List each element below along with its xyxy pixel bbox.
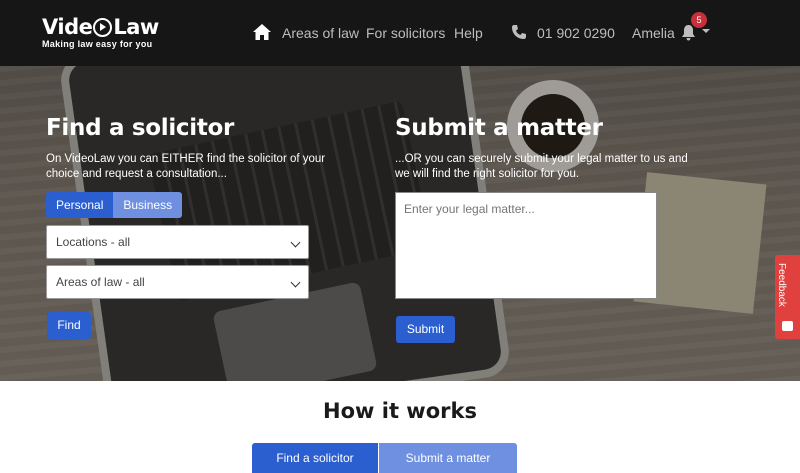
tab-find-a-solicitor[interactable]: Find a solicitor — [252, 443, 378, 473]
phone-icon — [512, 25, 526, 39]
nav-help[interactable]: Help — [454, 25, 483, 41]
location-select[interactable]: Locations - all — [46, 225, 309, 259]
submit-title: Submit a matter — [395, 115, 603, 141]
logo[interactable]: Vide Law Making law easy for you — [42, 16, 159, 49]
legal-matter-input[interactable] — [395, 192, 657, 299]
how-it-works-title: How it works — [323, 399, 477, 423]
hero-section: Find a solicitor On VideoLaw you can EIT… — [0, 66, 800, 381]
chevron-down-icon[interactable] — [702, 29, 710, 33]
chevron-down-icon — [290, 237, 301, 248]
home-icon[interactable] — [252, 23, 272, 41]
area-of-law-select[interactable]: Areas of law - all — [46, 265, 309, 299]
logo-tagline: Making law easy for you — [42, 39, 153, 49]
find-button[interactable]: Find — [47, 312, 91, 339]
nav-for-solicitors[interactable]: For solicitors — [366, 25, 445, 41]
location-select-value: Locations - all — [56, 235, 131, 249]
submit-description: ...OR you can securely submit your legal… — [395, 153, 688, 180]
site-header: Vide Law Making law easy for you Areas of… — [0, 0, 800, 66]
notification-badge: 5 — [691, 12, 707, 28]
user-name[interactable]: Amelia — [632, 25, 675, 41]
logo-play-icon — [93, 17, 113, 37]
feedback-tab[interactable]: Feedback — [775, 255, 800, 339]
phone-number[interactable]: 01 902 0290 — [537, 25, 615, 41]
feedback-icon — [782, 321, 793, 331]
chevron-down-icon — [290, 277, 301, 288]
nav-areas-of-law[interactable]: Areas of law — [282, 25, 359, 41]
find-title: Find a solicitor — [46, 115, 235, 141]
client-type-toggle: Personal Business — [46, 192, 183, 218]
feedback-label: Feedback — [776, 263, 787, 307]
find-description: On VideoLaw you can EITHER find the soli… — [46, 153, 326, 180]
tab-business[interactable]: Business — [113, 192, 183, 218]
logo-wordmark: Vide Law — [42, 15, 159, 39]
tab-personal[interactable]: Personal — [46, 192, 114, 218]
tab-submit-a-matter[interactable]: Submit a matter — [379, 443, 517, 473]
area-select-value: Areas of law - all — [56, 275, 145, 289]
submit-button[interactable]: Submit — [396, 316, 455, 343]
